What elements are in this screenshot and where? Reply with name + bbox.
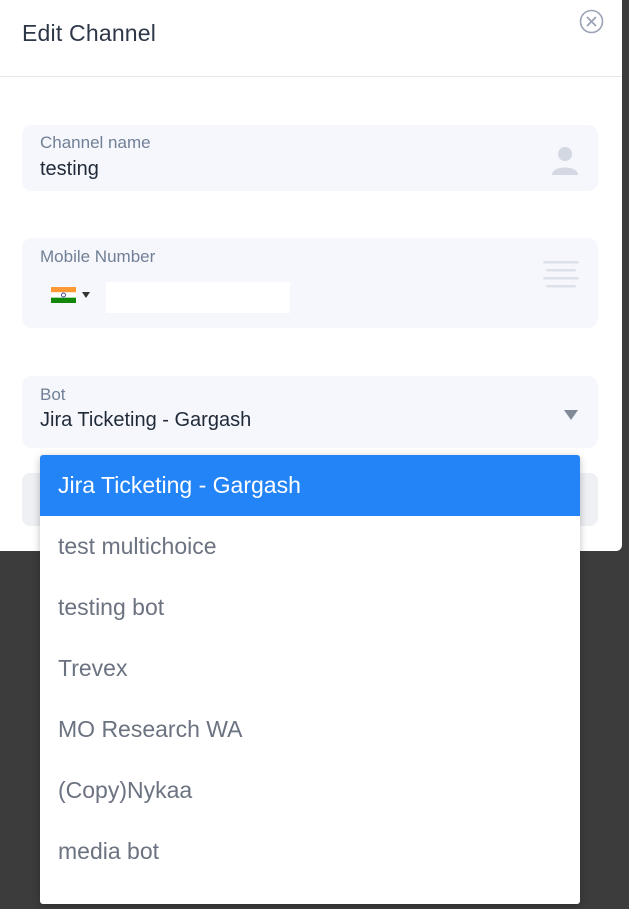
bot-option[interactable]: (Copy)Nykaa [40,760,580,821]
bot-option[interactable]: MO Research WA [40,699,580,760]
channel-name-value[interactable]: testing [40,158,99,181]
bot-options-dropdown: Jira Ticketing - Gargash test multichoic… [40,455,580,904]
menu-icon [543,261,579,288]
channel-name-label: Channel name [40,133,151,152]
channel-name-field[interactable]: Channel name testing [22,125,598,191]
bot-option[interactable]: testing bot [40,577,580,638]
person-icon [552,147,578,175]
bot-option[interactable]: media bot [40,821,580,882]
bot-label: Bot [40,385,66,404]
modal-title: Edit Channel [22,20,157,46]
bot-option[interactable]: test multichoice [40,516,580,577]
chevron-down-icon [82,292,90,298]
bot-select[interactable]: Bot Jira Ticketing - Gargash [22,376,598,448]
mobile-number-input[interactable] [106,282,290,313]
mobile-number-label: Mobile Number [40,247,156,266]
country-code-selector[interactable] [51,286,93,304]
bot-selected-value: Jira Ticketing - Gargash [40,409,252,431]
mobile-number-field: Mobile Number [22,238,598,328]
close-icon[interactable] [579,9,604,34]
bot-option[interactable]: Jira Ticketing - Gargash [40,455,580,516]
india-flag-icon [51,287,76,303]
chevron-down-icon[interactable] [563,409,579,421]
modal-header: Edit Channel [0,0,622,77]
bot-option[interactable]: Trevex [40,638,580,699]
